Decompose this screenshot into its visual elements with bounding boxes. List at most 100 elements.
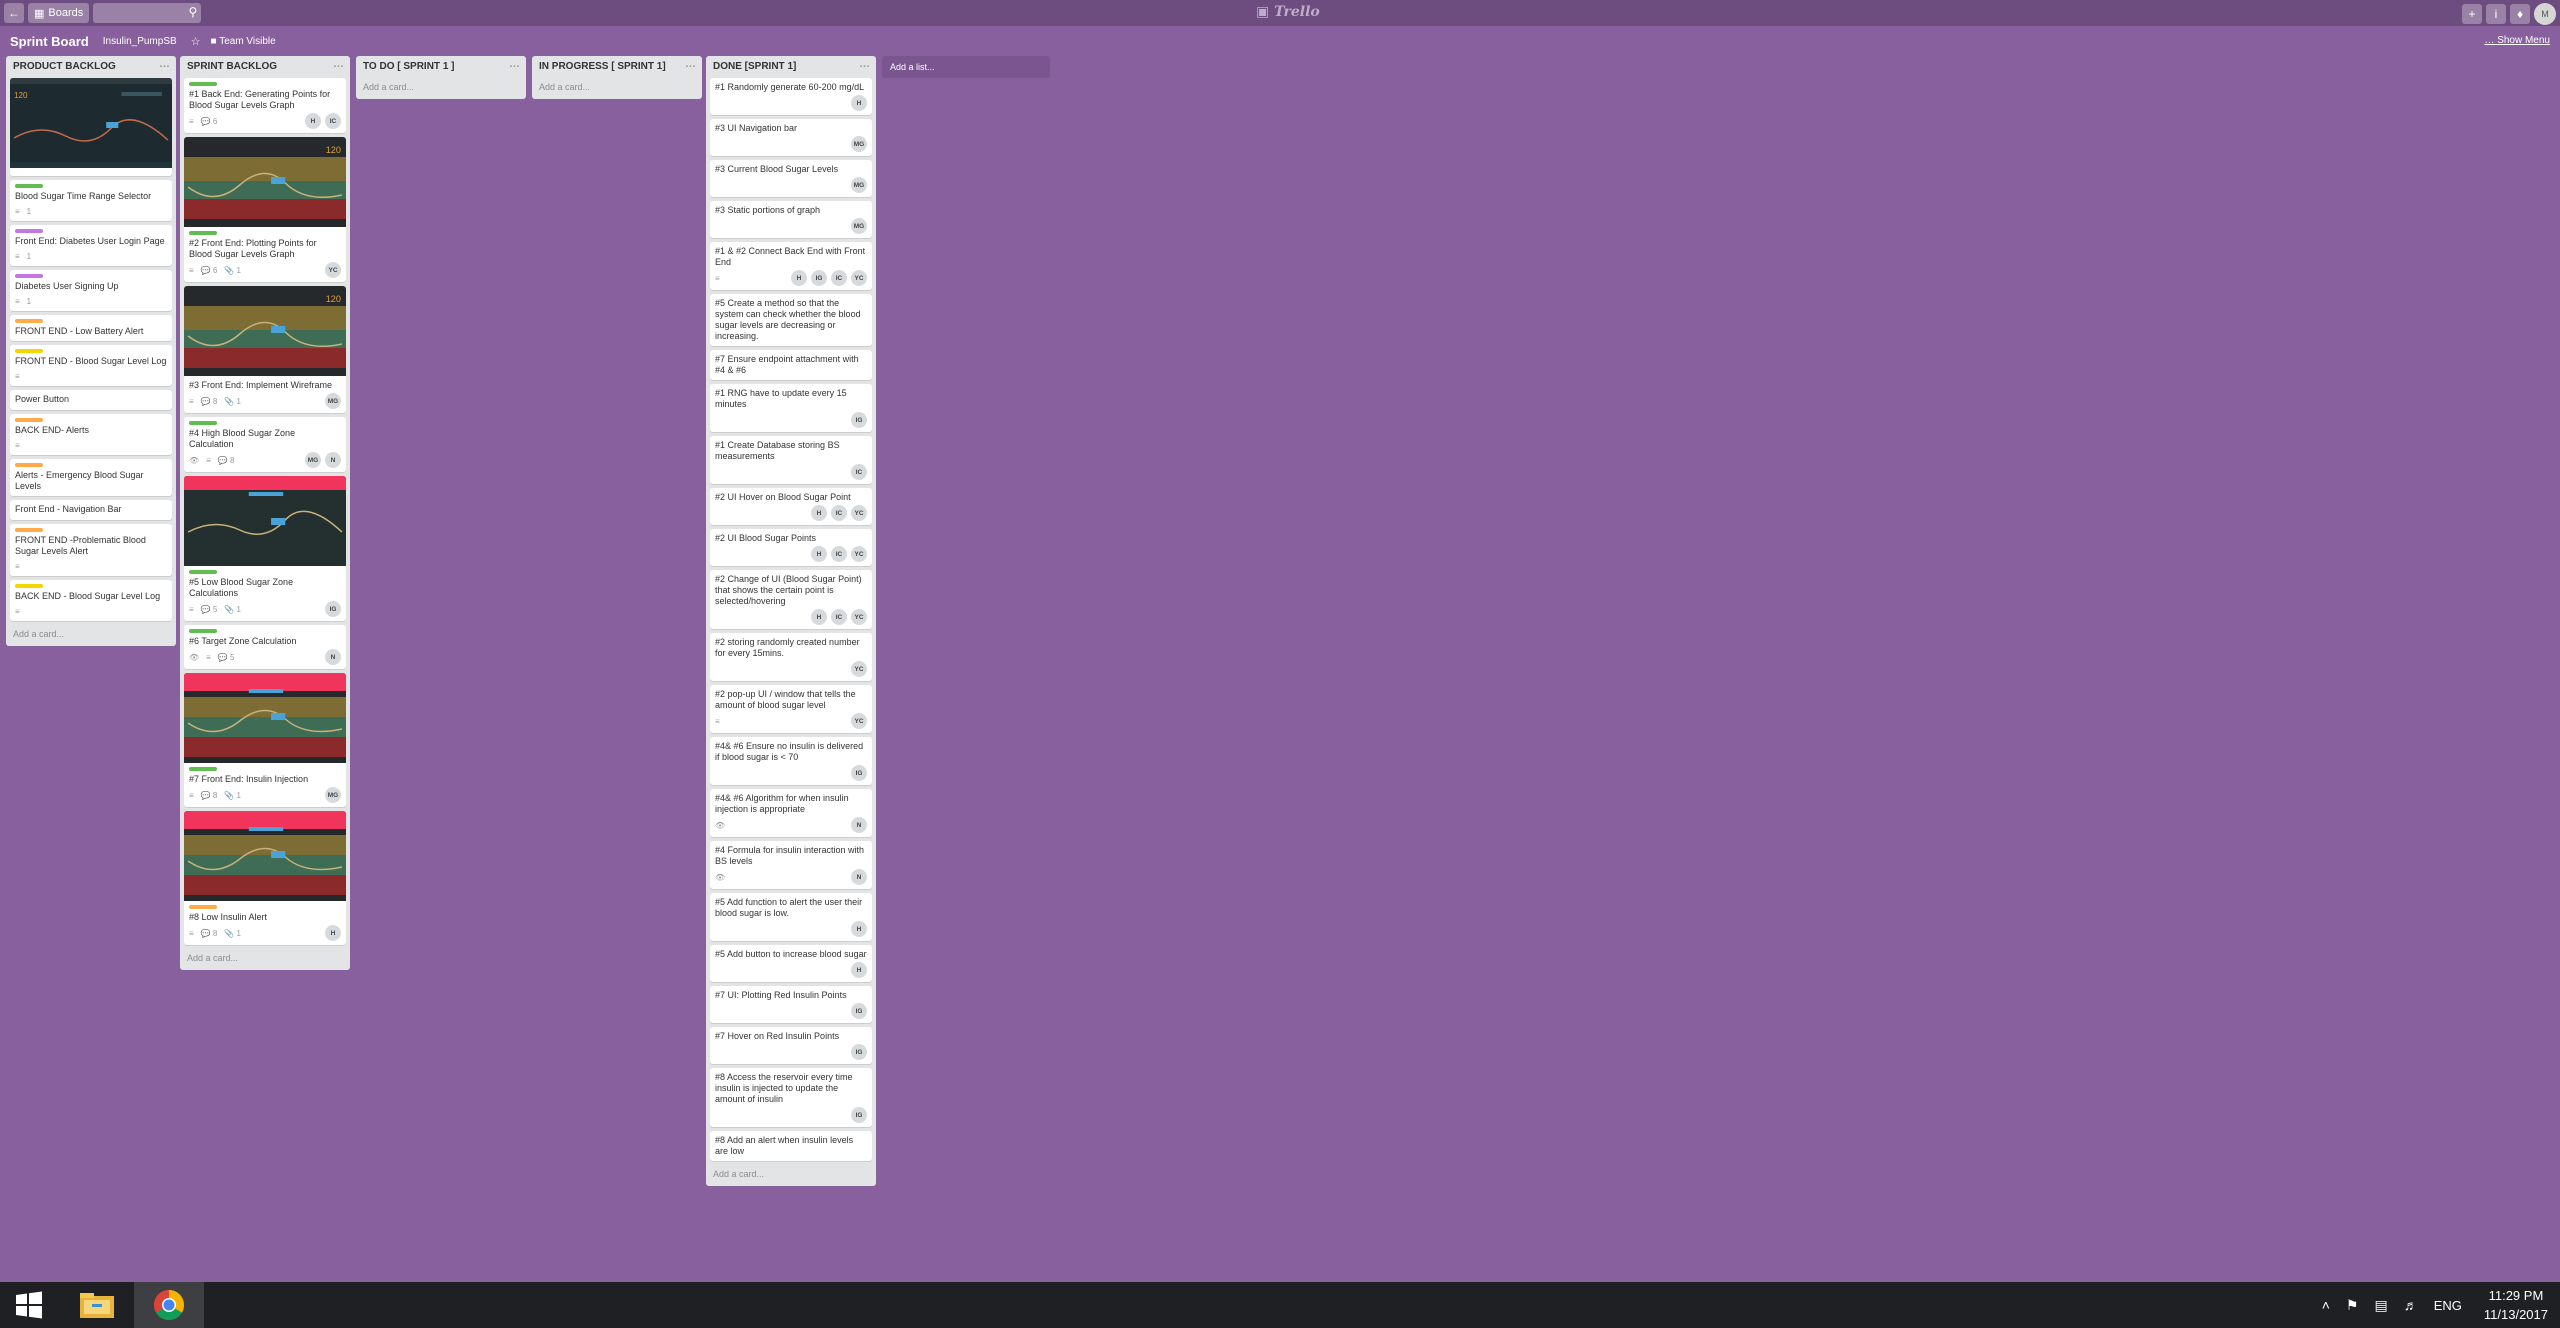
member-avatar[interactable]: H <box>811 505 827 521</box>
card[interactable]: #2 UI Blood Sugar Points H IC YC <box>710 529 872 566</box>
card[interactable]: FRONT END - Blood Sugar Level Log ≡ <box>10 345 172 386</box>
chevron-up-icon[interactable]: ˄ <box>2322 1297 2330 1313</box>
member-avatar[interactable]: YC <box>851 505 867 521</box>
card-label[interactable] <box>189 421 217 425</box>
trello-logo[interactable]: ▣ Trello <box>1256 4 1320 20</box>
clock[interactable]: 11:29 PM 11/13/2017 <box>2484 1286 2548 1324</box>
member-avatar[interactable]: MG <box>851 218 867 234</box>
member-avatar[interactable]: IG <box>811 270 827 286</box>
member-avatar[interactable]: H <box>851 95 867 111</box>
add-card-button[interactable]: Add a card... <box>356 78 526 99</box>
card[interactable]: Front End - Navigation Bar <box>10 500 172 520</box>
file-explorer-icon[interactable] <box>72 1282 122 1328</box>
add-list-button[interactable]: Add a list... <box>882 56 1050 78</box>
card-label[interactable] <box>15 584 43 588</box>
card[interactable]: 120 <box>10 78 172 176</box>
member-avatar[interactable]: YC <box>851 661 867 677</box>
star-icon[interactable]: ☆ <box>191 35 201 48</box>
list-menu-icon[interactable]: … <box>859 58 870 70</box>
member-avatar[interactable]: YC <box>851 609 867 625</box>
card-label[interactable] <box>15 229 43 233</box>
card[interactable]: #5 Create a method so that the system ca… <box>710 294 872 346</box>
member-avatar[interactable]: YC <box>851 546 867 562</box>
card[interactable]: #5 Low Blood Sugar Zone Calculations ≡ 💬 5… <box>184 476 346 621</box>
card-label[interactable] <box>189 82 217 86</box>
member-avatar[interactable]: IC <box>831 609 847 625</box>
list-title[interactable]: TO DO [ SPRINT 1 ]… <box>356 56 526 78</box>
card-label[interactable] <box>15 319 43 323</box>
card[interactable]: #1 RNG have to update every 15 minutes IG <box>710 384 872 432</box>
card[interactable]: FRONT END - Low Battery Alert <box>10 315 172 341</box>
member-avatar[interactable]: IG <box>851 765 867 781</box>
card[interactable]: #8 Low Insulin Alert ≡ 💬 8 📎 1 H <box>184 811 346 945</box>
list-title[interactable]: SPRINT BACKLOG… <box>180 56 350 78</box>
card[interactable]: Power Button <box>10 390 172 410</box>
board-title[interactable]: Sprint Board <box>10 34 89 49</box>
member-avatar[interactable]: YC <box>325 262 341 278</box>
card[interactable]: #7 Ensure endpoint attachment with #4 & … <box>710 350 872 380</box>
card-label[interactable] <box>15 418 43 422</box>
member-avatar[interactable]: IG <box>851 412 867 428</box>
member-avatar[interactable]: MG <box>325 393 341 409</box>
member-avatar[interactable]: YC <box>851 270 867 286</box>
card-label[interactable] <box>15 463 43 467</box>
card[interactable]: #8 Add an alert when insulin levels are … <box>710 1131 872 1161</box>
plus-icon[interactable]: + <box>2462 4 2482 24</box>
member-avatar[interactable]: H <box>811 609 827 625</box>
show-menu-link[interactable]: … Show Menu <box>2484 35 2550 46</box>
windows-logo-icon[interactable] <box>0 1282 58 1328</box>
member-avatar[interactable]: IG <box>325 601 341 617</box>
card-label[interactable] <box>15 274 43 278</box>
card[interactable]: #3 Current Blood Sugar Levels MG <box>710 160 872 197</box>
member-avatar[interactable]: H <box>811 546 827 562</box>
card-label[interactable] <box>15 184 43 188</box>
card[interactable]: #5 Add function to alert the user their … <box>710 893 872 941</box>
add-card-button[interactable]: Add a card... <box>180 949 350 970</box>
list-menu-icon[interactable]: … <box>509 58 520 70</box>
member-avatar[interactable]: IG <box>851 1107 867 1123</box>
card[interactable]: #1 Randomly generate 60-200 mg/dL H <box>710 78 872 115</box>
card[interactable]: #4 Formula for insulin interaction with … <box>710 841 872 889</box>
list-menu-icon[interactable]: … <box>685 58 696 70</box>
search-input[interactable]: ⚲ <box>93 3 202 23</box>
chrome-icon[interactable] <box>134 1282 204 1328</box>
member-avatar[interactable]: H <box>851 921 867 937</box>
card[interactable]: Blood Sugar Time Range Selector ≡ 1 <box>10 180 172 221</box>
member-avatar[interactable]: IC <box>831 546 847 562</box>
card-label[interactable] <box>189 767 217 771</box>
card[interactable]: Diabetes User Signing Up ≡ 1 <box>10 270 172 311</box>
card[interactable]: #1 Back End: Generating Points for Blood… <box>184 78 346 133</box>
card[interactable]: #4 High Blood Sugar Zone Calculation 👁 ≡ 💬 … <box>184 417 346 472</box>
card[interactable]: #7 UI: Plotting Red Insulin Points IG <box>710 986 872 1023</box>
card[interactable]: #1 & #2 Connect Back End with Front End ≡… <box>710 242 872 290</box>
card[interactable]: Front End: Diabetes User Login Page ≡ 1 <box>10 225 172 266</box>
member-avatar[interactable]: IC <box>325 113 341 129</box>
member-avatar[interactable]: MG <box>305 452 321 468</box>
add-card-button[interactable]: Add a card... <box>6 625 176 646</box>
card-label[interactable] <box>15 349 43 353</box>
card[interactable]: #3 Static portions of graph MG <box>710 201 872 238</box>
card-label[interactable] <box>189 231 217 235</box>
card-label[interactable] <box>189 629 217 633</box>
card[interactable]: #5 Add button to increase blood sugar H <box>710 945 872 982</box>
member-avatar[interactable]: H <box>851 962 867 978</box>
member-avatar[interactable]: IC <box>851 464 867 480</box>
network-icon[interactable]: ▤ <box>2374 1297 2387 1314</box>
member-avatar[interactable]: IG <box>851 1044 867 1060</box>
member-avatar[interactable]: IC <box>831 270 847 286</box>
member-avatar[interactable]: MG <box>325 787 341 803</box>
card[interactable]: #8 Access the reservoir every time insul… <box>710 1068 872 1127</box>
member-avatar[interactable]: H <box>305 113 321 129</box>
card[interactable]: 120 #3 Front End: Implement Wireframe ≡ 💬 … <box>184 286 346 413</box>
volume-icon[interactable]: ♬ <box>2404 1297 2418 1313</box>
bell-icon[interactable]: ♦ <box>2510 4 2530 24</box>
card[interactable]: #2 storing randomly created number for e… <box>710 633 872 681</box>
add-card-button[interactable]: Add a card... <box>706 1165 876 1186</box>
member-avatar[interactable]: H <box>325 925 341 941</box>
card[interactable]: #4& #6 Ensure no insulin is delivered if… <box>710 737 872 785</box>
card[interactable]: #4& #6 Algorithm for when insulin inject… <box>710 789 872 837</box>
list-menu-icon[interactable]: … <box>333 58 344 70</box>
boards-button[interactable]: ▦ Boards <box>28 3 90 23</box>
member-avatar[interactable]: N <box>851 817 867 833</box>
card[interactable]: Alerts - Emergency Blood Sugar Levels <box>10 459 172 496</box>
